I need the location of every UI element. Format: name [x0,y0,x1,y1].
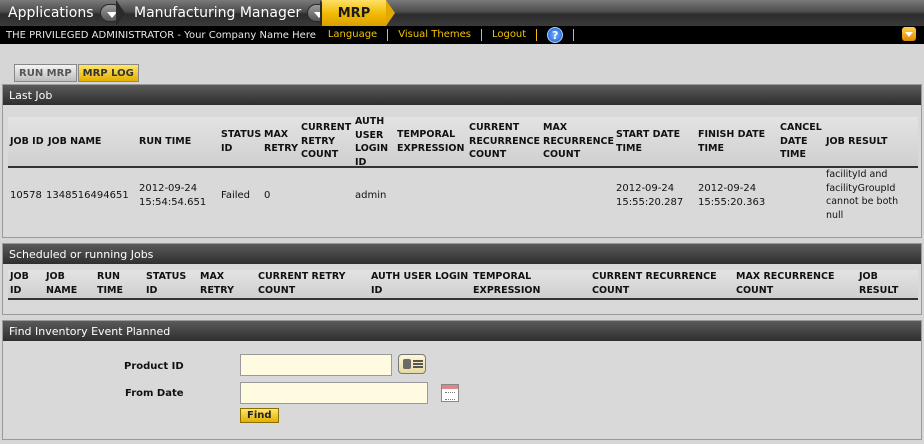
column-header: RUN TIME [97,271,123,296]
column-header: START DATE TIME [616,129,681,154]
max-retry-cell: 0 [264,190,271,201]
last-job-title: Last Job [3,85,921,105]
start-date-cell: 2012-09-24 15:55:20.287 [616,183,684,208]
find-button[interactable]: Find [240,408,279,423]
column-header: JOB NAME [48,136,102,147]
logout-link[interactable]: Logout [482,29,538,41]
scheduled-jobs-title: Scheduled or running Jobs [3,244,921,264]
calendar-icon[interactable] [441,384,459,402]
column-header: TEMPORAL EXPRESSION [473,271,541,296]
column-header: MAX RECURRENCE COUNT [543,122,615,160]
column-header: RUN TIME [139,136,192,147]
column-header: TEMPORAL EXPRESSION [397,129,465,154]
column-header: MAX RETRY [200,271,234,296]
finish-date-cell: 2012-09-24 15:55:20.363 [698,183,766,208]
column-header: STATUS ID [146,271,187,296]
column-header: JOB RESULT [859,271,899,296]
column-header: JOB ID [10,136,44,147]
breadcrumb-separator [386,0,395,26]
status-cell: Failed [221,190,251,201]
column-header: JOB ID [10,271,29,296]
column-header: FINISH DATE TIME [698,129,766,154]
crumb-applications[interactable]: Applications [0,0,122,26]
find-inventory-panel: Find Inventory Event Planned Product ID … [2,320,922,440]
scheduled-jobs-panel: Scheduled or running Jobs JOB ID JOB NAM… [2,243,922,315]
column-header: JOB NAME [46,271,78,296]
run-time-cell: 2012-09-24 15:54:54.651 [139,183,207,208]
column-header: STATUS ID [221,129,262,154]
job-name-cell: 1348516494651 [46,190,129,201]
tab-run-mrp[interactable]: RUN MRP [14,64,77,82]
find-inventory-title: Find Inventory Event Planned [3,321,921,341]
help-icon[interactable]: ? [547,27,564,43]
column-header: MAX RETRY [264,129,298,154]
top-navigation-bar: Applications Manufacturing Manager MRP [0,0,924,26]
breadcrumb-separator [116,0,125,26]
column-header: JOB RESULT [826,136,888,147]
last-job-panel: Last Job JOB ID JOB NAME RUN TIME STATUS… [2,84,922,238]
job-result-cell: facilityId and facilityGroupId cannot be… [826,169,899,221]
from-date-input[interactable] [240,382,428,404]
column-header: CURRENT RECURRENCE COUNT [592,271,717,296]
crumb-mrp[interactable]: MRP [322,0,386,26]
crumb-applications-label: Applications [8,5,94,21]
crumb-manufacturing-manager[interactable]: Manufacturing Manager [126,0,330,26]
crumb-mrp-label: MRP [337,5,371,21]
user-company-label: THE PRIVILEGED ADMINISTRATOR - Your Comp… [6,29,316,41]
job-id-cell: 10578 [10,190,42,201]
auth-user-cell: admin [355,190,387,201]
product-id-input[interactable] [240,354,392,376]
user-bar: THE PRIVILEGED ADMINISTRATOR - Your Comp… [0,26,924,44]
column-header: MAX RECURRENCE COUNT [736,271,835,296]
last-job-header-row: JOB ID JOB NAME RUN TIME STATUS ID MAX R… [8,116,918,168]
crumb-manufacturing-label: Manufacturing Manager [134,5,302,21]
column-header: AUTH USER LOGIN ID [371,271,469,296]
visual-themes-link[interactable]: Visual Themes [388,29,482,41]
language-link[interactable]: Language [318,29,389,41]
header-divider [8,166,918,168]
tab-mrp-log[interactable]: MRP LOG [77,64,139,82]
product-lookup-icon[interactable] [398,354,426,374]
column-header: CURRENT RECURRENCE COUNT [469,122,541,160]
app-menu-icon[interactable] [902,27,916,41]
from-date-label: From Date [125,388,184,399]
product-id-label: Product ID [124,361,184,372]
column-header: CURRENT RETRY COUNT [301,122,352,160]
column-header: CURRENT RETRY COUNT [258,271,346,296]
scheduled-header-row: JOB ID JOB NAME RUN TIME STATUS ID MAX R… [8,270,918,298]
column-header: AUTH USER LOGIN ID [355,116,389,168]
header-divider [8,298,918,300]
divider [573,29,575,41]
mrp-tabs: RUN MRP MRP LOG [14,64,140,82]
column-header: CANCEL DATE TIME [780,122,822,160]
